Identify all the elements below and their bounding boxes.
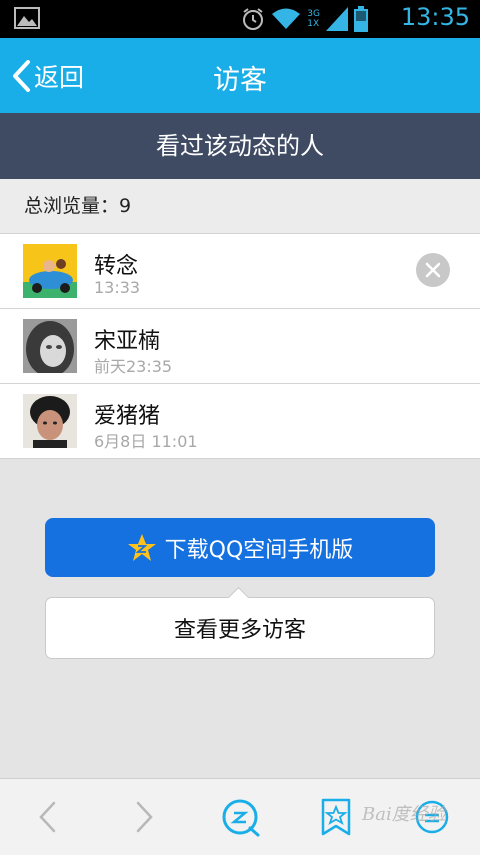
download-app-button[interactable]: 下载QQ空间手机版 [45, 518, 435, 577]
status-time: 13:35 [400, 3, 470, 31]
nav-back-button[interactable] [28, 797, 68, 837]
more-visitors-label: 查看更多访客 [173, 618, 306, 643]
header-bar: 返回 访客 [0, 38, 480, 113]
avatar-image [23, 244, 77, 298]
visitor-item[interactable]: 爱猪猪 6月8日 11:01 [0, 384, 480, 459]
qzone-icon [222, 799, 260, 837]
nav-bookmark-button[interactable] [316, 797, 356, 837]
watermark: Bai度经验 [362, 804, 446, 825]
visitor-name: 宋亚楠 [94, 329, 161, 354]
remove-visitor-button[interactable] [416, 253, 450, 287]
visitor-name: 转念 [94, 254, 139, 279]
visitor-list: 转念 13:33 宋亚楠 前天23:35 爱猪猪 6月8日 11:01 [0, 234, 480, 459]
qzone-star-icon [127, 533, 156, 561]
battery-icon [354, 6, 368, 32]
back-arrow-icon [39, 801, 56, 833]
forward-arrow-icon [136, 801, 153, 833]
avatar[interactable] [23, 394, 77, 448]
visitor-item[interactable]: 转念 13:33 [0, 234, 480, 309]
nav-forward-button[interactable] [124, 797, 164, 837]
more-visitors-popup: 查看更多访客 [45, 586, 435, 659]
total-views-label: 总浏览量：9 [24, 195, 132, 217]
avatar[interactable] [23, 244, 77, 298]
close-icon [425, 262, 441, 278]
avatar-image [23, 319, 77, 373]
status-icons: 3G 1X [241, 6, 368, 32]
total-views-row: 总浏览量：9 [0, 179, 480, 234]
bookmark-star-icon [321, 798, 351, 836]
network-type-label: 3G 1X [307, 9, 320, 29]
visit-time: 13:33 [94, 278, 141, 297]
download-app-label: 下载QQ空间手机版 [164, 537, 354, 563]
visit-time: 6月8日 11:01 [94, 432, 198, 451]
alarm-icon [243, 8, 264, 30]
visitor-item[interactable]: 宋亚楠 前天23:35 [0, 309, 480, 384]
gallery-icon [14, 7, 40, 29]
wifi-icon [272, 8, 301, 29]
section-title: 看过该动态的人 [0, 113, 480, 179]
visitor-name: 爱猪猪 [94, 404, 161, 429]
nav-qzone-button[interactable] [220, 797, 260, 837]
visit-time: 前天23:35 [94, 357, 173, 376]
status-bar: 3G 1X 13:35 [0, 0, 480, 38]
page-title: 访客 [213, 65, 267, 96]
avatar[interactable] [23, 319, 77, 373]
avatar-image [23, 394, 77, 448]
signal-icon [326, 7, 348, 31]
